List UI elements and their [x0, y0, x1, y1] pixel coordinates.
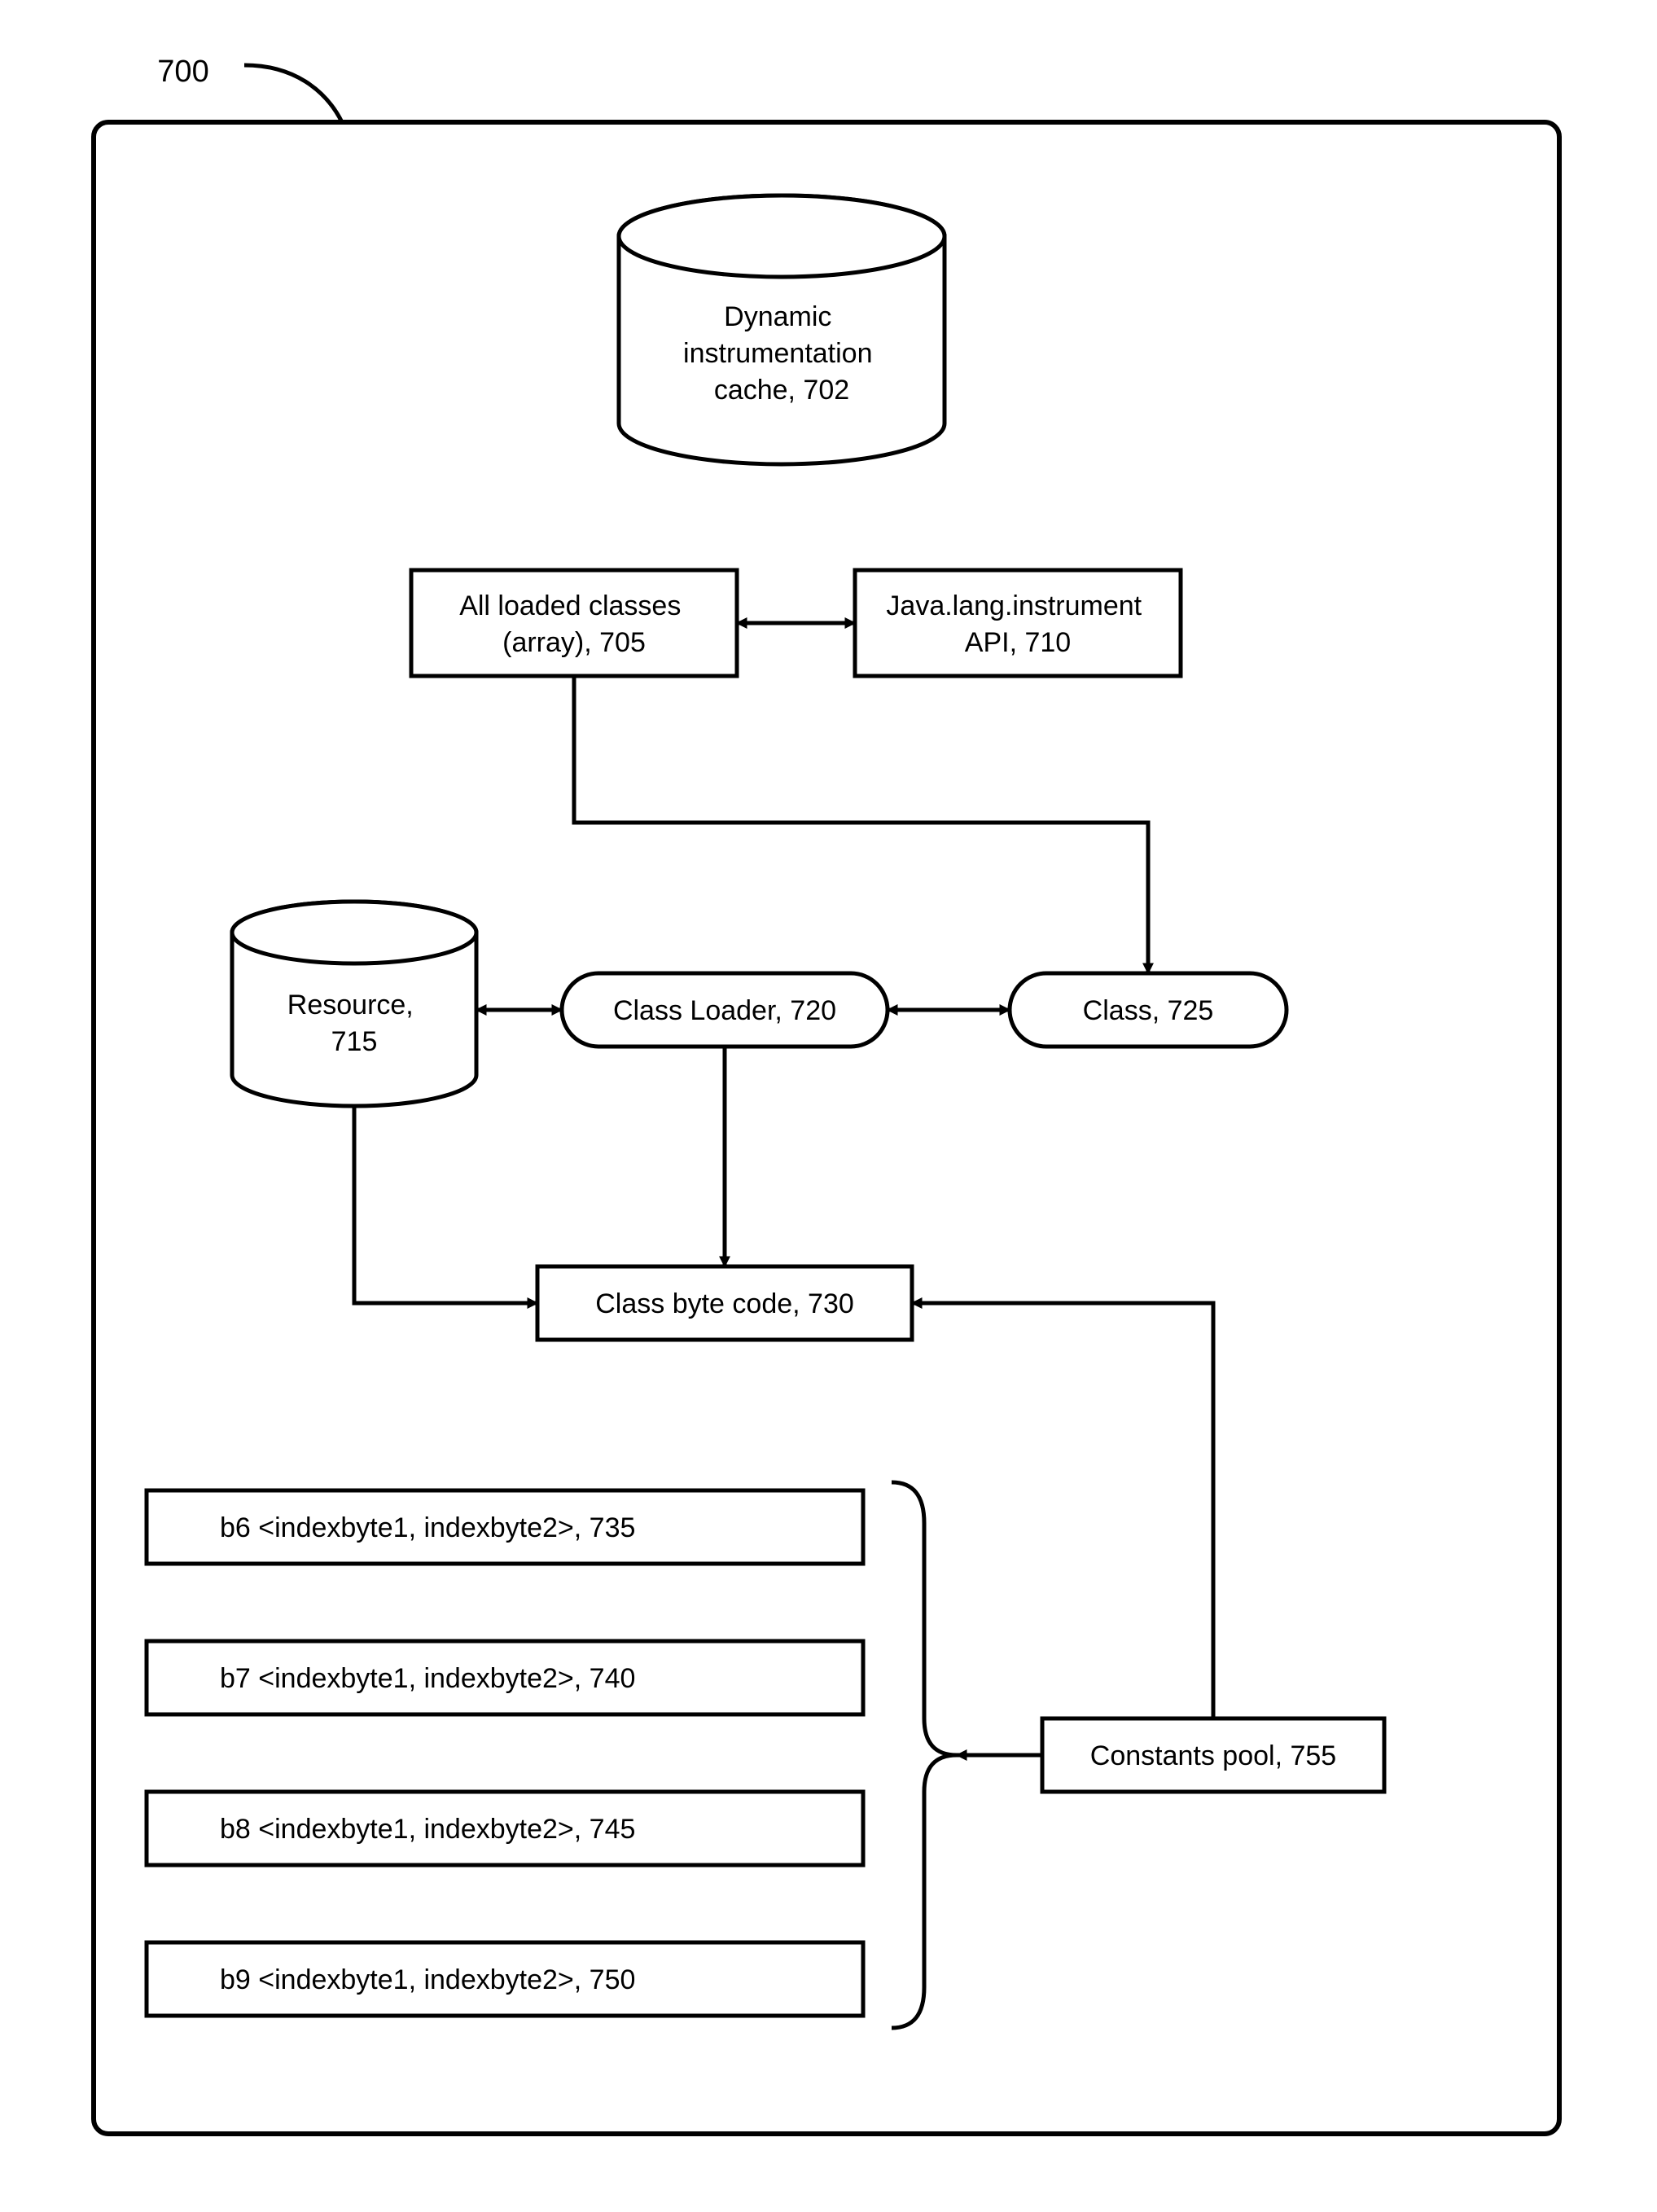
edge-755-730 — [912, 1303, 1213, 1718]
edge-715-730 — [354, 1106, 537, 1303]
node-class-loader-720: Class Loader, 720 — [562, 973, 888, 1047]
node-op-735: b6 <indexbyte1, indexbyte2>, 735 — [147, 1490, 863, 1564]
svg-text:b7 <indexbyte1, indexbyte2>, 7: b7 <indexbyte1, indexbyte2>, 740 — [220, 1663, 635, 1694]
node-cache-702: Dynamic instrumentation cache, 702 — [619, 195, 945, 464]
op735-l1: b6 <indexbyte1, indexbyte2>, 735 — [220, 1512, 635, 1543]
figure-label: 700 — [157, 55, 208, 89]
svg-text:Class Loader, 720: Class Loader, 720 — [613, 995, 836, 1026]
constPool-l1: Constants pool, 755 — [1090, 1740, 1336, 1771]
instrApi-l2: API, 710 — [965, 627, 1071, 658]
cache-l1: Dynamic — [724, 301, 831, 332]
node-class-725: Class, 725 — [1010, 973, 1287, 1047]
klass-l1: Class, 725 — [1083, 995, 1214, 1026]
node-bytecode-730: Class byte code, 730 — [537, 1266, 912, 1340]
cache-l3: cache, 702 — [714, 375, 849, 406]
node-op-740: b7 <indexbyte1, indexbyte2>, 740 — [147, 1641, 863, 1714]
allLoaded-l2: (array), 705 — [502, 627, 646, 658]
node-constants-pool-755: Constants pool, 755 — [1042, 1718, 1384, 1792]
svg-text:b8 <indexbyte1, indexbyte2>, 7: b8 <indexbyte1, indexbyte2>, 745 — [220, 1814, 635, 1845]
resource-l2: 715 — [331, 1026, 378, 1057]
node-op-750: b9 <indexbyte1, indexbyte2>, 750 — [147, 1942, 863, 2016]
node-instrument-api-710: Java.lang.instrument API, 710 — [855, 570, 1181, 676]
opcode-brace — [892, 1482, 957, 2028]
loader-l1: Class Loader, 720 — [613, 995, 836, 1026]
svg-text:Constants pool, 755: Constants pool, 755 — [1090, 1740, 1336, 1771]
edge-705-725 — [574, 676, 1148, 973]
bytecode-l1: Class byte code, 730 — [595, 1288, 854, 1319]
op740-l1: b7 <indexbyte1, indexbyte2>, 740 — [220, 1663, 635, 1694]
svg-text:b9 <indexbyte1, indexbyte2>, 7: b9 <indexbyte1, indexbyte2>, 750 — [220, 1964, 635, 1995]
op750-l1: b9 <indexbyte1, indexbyte2>, 750 — [220, 1964, 635, 1995]
op745-l1: b8 <indexbyte1, indexbyte2>, 745 — [220, 1814, 635, 1845]
node-resource-715: Resource, 715 — [232, 902, 476, 1106]
svg-text:Class, 725: Class, 725 — [1083, 995, 1214, 1026]
resource-l1: Resource, — [287, 990, 414, 1020]
instrApi-l1: Java.lang.instrument — [886, 590, 1142, 621]
figure-leader — [244, 65, 342, 122]
cache-l2: instrumentation — [683, 338, 872, 369]
svg-text:Class byte code, 730: Class byte code, 730 — [595, 1288, 854, 1319]
allLoaded-l1: All loaded classes — [459, 590, 681, 621]
node-all-loaded-705: All loaded classes (array), 705 — [411, 570, 737, 676]
node-op-745: b8 <indexbyte1, indexbyte2>, 745 — [147, 1792, 863, 1865]
svg-text:b6 <indexbyte1, indexbyte2>, 7: b6 <indexbyte1, indexbyte2>, 735 — [220, 1512, 635, 1543]
